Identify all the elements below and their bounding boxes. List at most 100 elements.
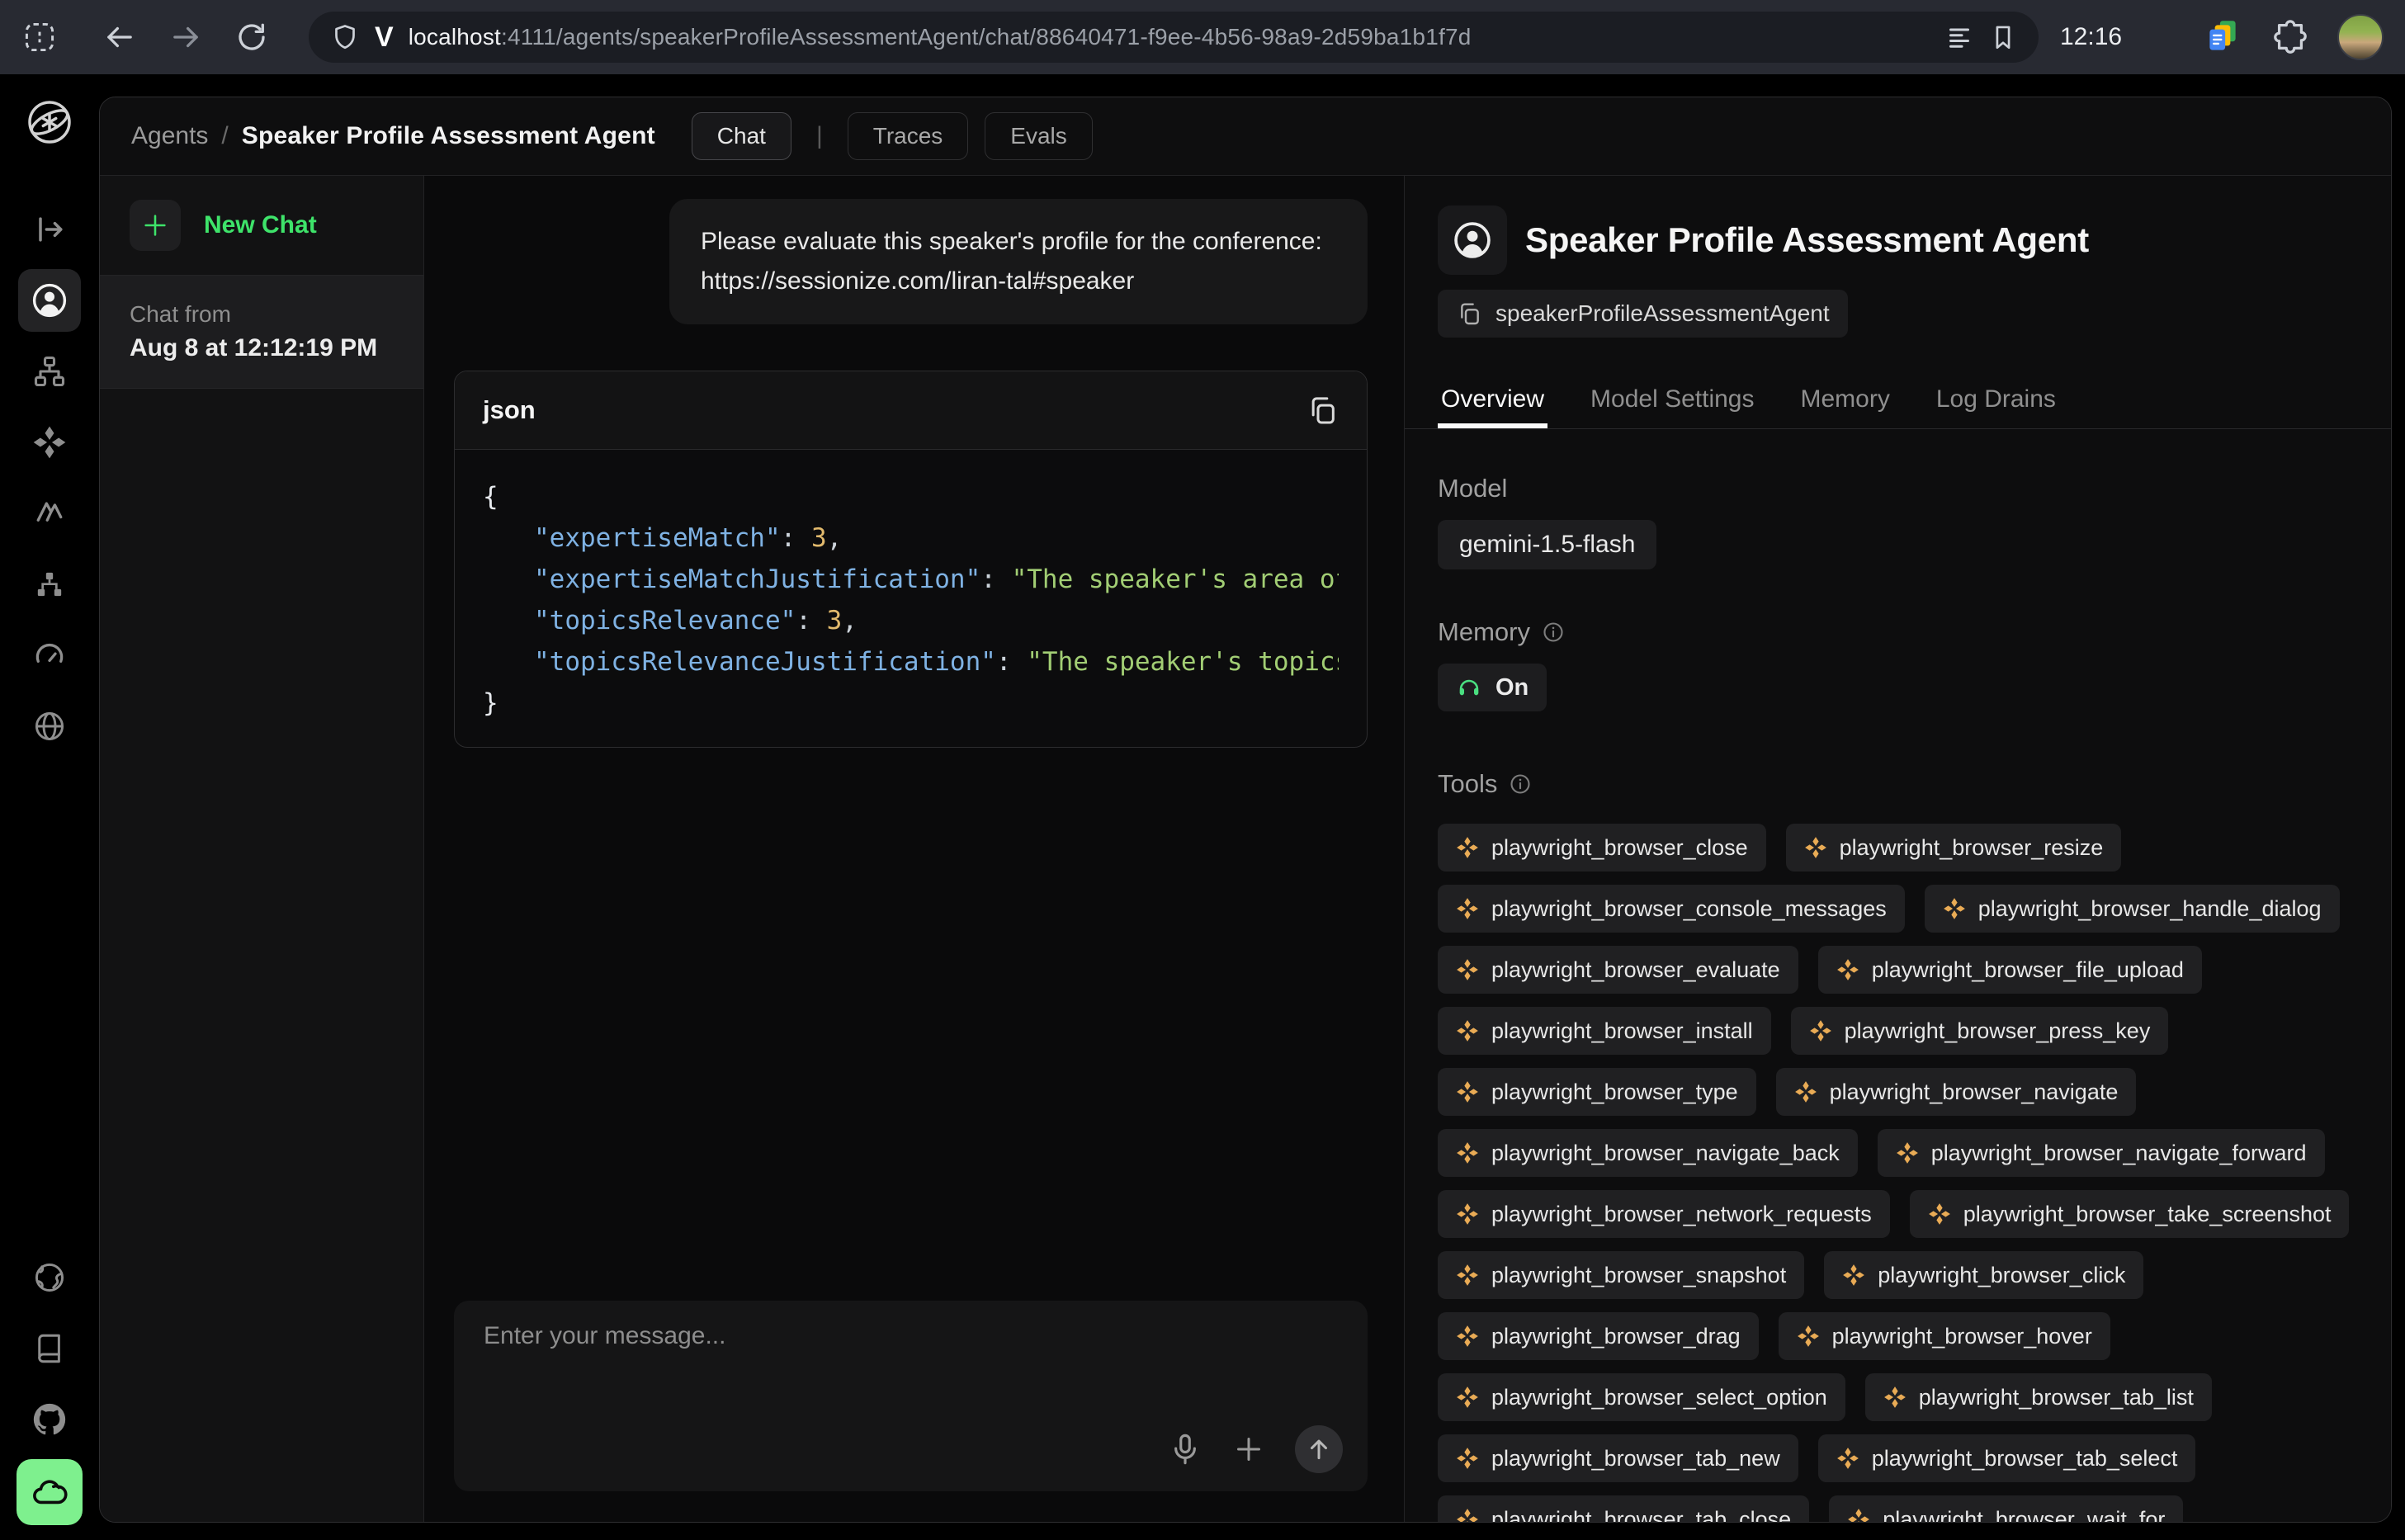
tab-tiling-icon[interactable] (21, 19, 58, 55)
tab-memory[interactable]: Memory (1797, 371, 1892, 428)
model-chip: gemini-1.5-flash (1438, 520, 1656, 569)
docs-icon[interactable] (18, 1317, 81, 1380)
nav-traces-button[interactable]: Traces (848, 112, 969, 160)
chat-history-sidebar: New Chat Chat from Aug 8 at 12:12:19 PM (100, 176, 424, 1522)
tool-diamond-icon (1456, 1508, 1479, 1522)
info-icon[interactable] (1509, 772, 1532, 796)
tab-model-settings[interactable]: Model Settings (1587, 371, 1757, 428)
agent-id-text: speakerProfileAssessmentAgent (1495, 300, 1830, 327)
agent-title: Speaker Profile Assessment Agent (1525, 220, 2089, 260)
new-chat-button[interactable]: New Chat (100, 176, 423, 276)
copy-id-icon[interactable] (1456, 300, 1482, 327)
tool-diamond-icon (1456, 1141, 1479, 1164)
sidebar-item-agents[interactable] (18, 269, 81, 332)
tool-diamond-icon (1836, 1447, 1859, 1470)
tool-chip[interactable]: playwright_browser_network_requests (1438, 1190, 1890, 1238)
tool-diamond-icon (1456, 1264, 1479, 1287)
tool-chip[interactable]: playwright_browser_navigate_forward (1878, 1129, 2325, 1177)
tool-chip[interactable]: playwright_browser_wait_for (1829, 1495, 2183, 1522)
user-message-bubble: Please evaluate this speaker's profile f… (669, 199, 1368, 324)
chat-item-title: Aug 8 at 12:12:19 PM (130, 334, 394, 362)
tool-diamond-icon (1896, 1141, 1919, 1164)
tool-chip[interactable]: playwright_browser_resize (1786, 824, 2122, 872)
tool-diamond-icon (1797, 1325, 1820, 1348)
tool-chip[interactable]: playwright_browser_console_messages (1438, 885, 1905, 933)
tool-diamond-icon (1883, 1386, 1907, 1409)
user-message-row: Please evaluate this speaker's profile f… (454, 199, 1368, 324)
forward-icon[interactable] (168, 20, 203, 54)
tool-diamond-icon (1928, 1202, 1951, 1226)
app-header: Agents / Speaker Profile Assessment Agen… (100, 97, 2391, 176)
tool-chip[interactable]: playwright_browser_press_key (1791, 1007, 2169, 1055)
tool-diamond-icon (1456, 836, 1479, 859)
chat-item-label: Chat from (130, 301, 394, 328)
agent-id-chip[interactable]: speakerProfileAssessmentAgent (1438, 290, 1848, 338)
header-nav: Chat | Traces Evals (692, 112, 1093, 160)
tool-chip[interactable]: playwright_browser_handle_dialog (1925, 885, 2340, 933)
nav-separator: | (816, 122, 823, 150)
tool-chip[interactable]: playwright_browser_drag (1438, 1312, 1759, 1360)
chat-history-item[interactable]: Chat from Aug 8 at 12:12:19 PM (100, 276, 423, 389)
attach-plus-icon[interactable] (1232, 1433, 1265, 1466)
code-language-label: json (483, 395, 536, 425)
send-button[interactable] (1295, 1425, 1343, 1473)
memory-status-text: On (1495, 674, 1529, 702)
copy-code-icon[interactable] (1306, 394, 1339, 427)
tool-chip[interactable]: playwright_browser_navigate (1776, 1068, 2137, 1116)
nav-chat-button[interactable]: Chat (692, 112, 791, 160)
rail-bottom-group (17, 1246, 83, 1540)
plus-icon (130, 200, 181, 251)
tool-diamond-icon (1804, 836, 1827, 859)
puzzle-icon[interactable] (2271, 18, 2309, 56)
code-block-header: json (455, 371, 1367, 450)
message-input[interactable] (484, 1322, 1343, 1425)
sidebar-item-networks[interactable] (18, 553, 81, 616)
tool-chip[interactable]: playwright_browser_snapshot (1438, 1251, 1804, 1299)
address-bar[interactable]: V localhost:4111/agents/speakerProfileAs… (309, 12, 2039, 63)
tool-chip[interactable]: playwright_browser_type (1438, 1068, 1756, 1116)
tool-chip[interactable]: playwright_browser_click (1824, 1251, 2143, 1299)
reload-icon[interactable] (234, 20, 269, 54)
collapse-sidebar-icon[interactable] (18, 198, 81, 261)
github-icon[interactable] (18, 1388, 81, 1451)
sidebar-item-tools[interactable] (18, 411, 81, 474)
bookmark-icon[interactable] (1989, 23, 2017, 51)
tool-chip[interactable]: playwright_browser_navigate_back (1438, 1129, 1858, 1177)
tool-chip[interactable]: playwright_browser_evaluate (1438, 946, 1798, 994)
mastra-logo-icon[interactable] (23, 96, 76, 149)
microphone-icon[interactable] (1168, 1432, 1202, 1467)
avatar[interactable] (2337, 14, 2384, 60)
tab-overview[interactable]: Overview (1438, 371, 1547, 428)
url-text[interactable]: localhost:4111/agents/speakerProfileAsse… (409, 24, 1930, 50)
nav-evals-button[interactable]: Evals (985, 112, 1092, 160)
earth-icon[interactable] (18, 1246, 81, 1309)
agent-tabs: Overview Model Settings Memory Log Drain… (1405, 371, 2391, 429)
reader-mode-icon[interactable] (1944, 22, 1974, 52)
sidebar-item-mcp[interactable] (18, 482, 81, 545)
tool-chip[interactable]: playwright_browser_tab_new (1438, 1434, 1798, 1482)
tab-log-drains[interactable]: Log Drains (1933, 371, 2059, 428)
docs-extension-icon[interactable] (2202, 17, 2243, 58)
agent-header: Speaker Profile Assessment Agent speaker… (1405, 176, 2391, 338)
breadcrumb-agents[interactable]: Agents (131, 122, 208, 150)
tools-section-label: Tools (1438, 769, 2358, 799)
tool-chip[interactable]: playwright_browser_select_option (1438, 1373, 1845, 1421)
tool-chip[interactable]: playwright_browser_tab_list (1865, 1373, 2212, 1421)
info-icon[interactable] (1542, 621, 1565, 644)
message-composer (454, 1301, 1368, 1491)
agent-overview-content: Model gemini-1.5-flash Memory (1405, 429, 2391, 1522)
tool-chip[interactable]: playwright_browser_tab_close (1438, 1495, 1809, 1522)
cloud-icon[interactable] (17, 1459, 83, 1525)
shield-icon[interactable] (330, 22, 360, 52)
globe-icon[interactable] (18, 695, 81, 758)
tool-chip[interactable]: playwright_browser_file_upload (1818, 946, 2202, 994)
tool-chip[interactable]: playwright_browser_install (1438, 1007, 1771, 1055)
tool-chip[interactable]: playwright_browser_take_screenshot (1910, 1190, 2350, 1238)
sidebar-item-observability[interactable] (18, 624, 81, 687)
tool-chip[interactable]: playwright_browser_tab_select (1818, 1434, 2196, 1482)
tool-chip[interactable]: playwright_browser_close (1438, 824, 1766, 872)
tool-diamond-icon (1943, 897, 1966, 920)
sidebar-item-workflows[interactable] (18, 340, 81, 403)
tool-chip[interactable]: playwright_browser_hover (1779, 1312, 2110, 1360)
back-icon[interactable] (102, 20, 137, 54)
